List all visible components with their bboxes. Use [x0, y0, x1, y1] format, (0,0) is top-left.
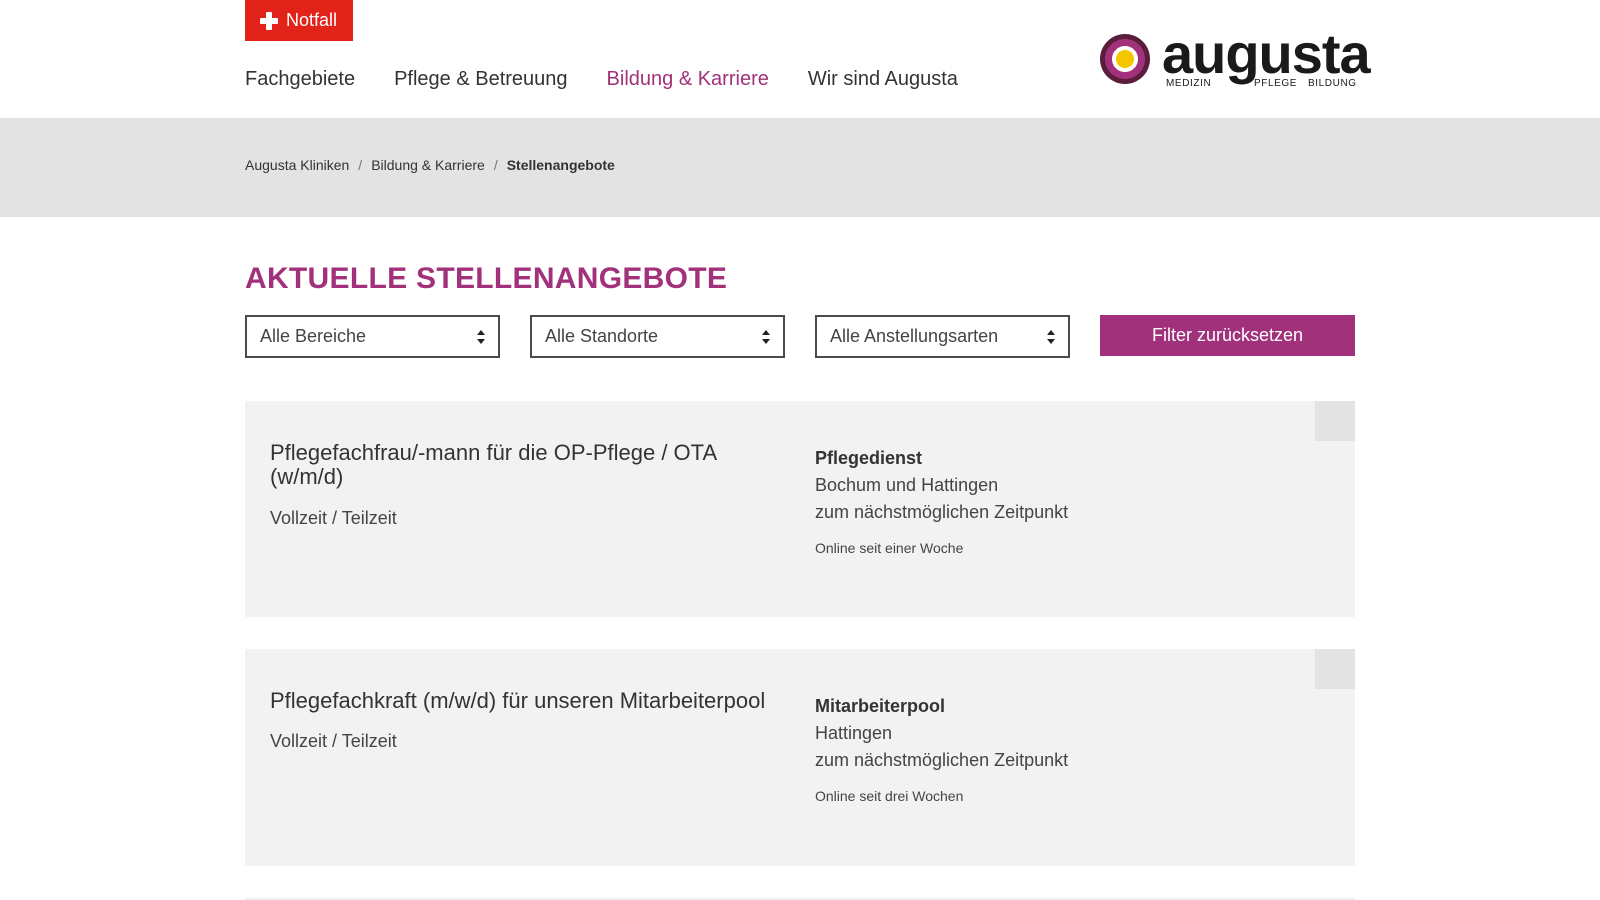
job-employment-type: Vollzeit / Teilzeit [270, 508, 397, 528]
nav-item-wir-sind-augusta[interactable]: Wir sind Augusta [808, 66, 958, 92]
job-card-corner [1315, 401, 1355, 441]
job-info: Mitarbeiterpool Hattingen zum nächstmögl… [815, 693, 1068, 804]
emergency-button[interactable]: Notfall [245, 0, 353, 41]
logo-wordmark: augusta [1162, 22, 1371, 85]
breadcrumb-item-bildung-karriere[interactable]: Bildung & Karriere [371, 157, 485, 173]
job-location: Bochum und Hattingen [815, 475, 999, 495]
nav-item-fachgebiete[interactable]: Fachgebiete [245, 66, 355, 92]
breadcrumb-item-augusta-kliniken[interactable]: Augusta Kliniken [245, 157, 349, 173]
sort-arrows-icon [1047, 330, 1055, 344]
job-title[interactable]: Pflegefachkraft (m/w/d) für unseren Mita… [270, 689, 790, 713]
cross-icon [260, 11, 278, 30]
job-department: Pflegedienst [815, 448, 923, 468]
job-employment-type: Vollzeit / Teilzeit [270, 731, 397, 751]
area-filter-value: Alle Bereiche [260, 326, 367, 346]
sort-arrows-icon [762, 330, 770, 344]
main-navigation: Fachgebiete Pflege & Betreuung Bildung &… [245, 66, 997, 92]
logo-sub-bildung: BILDUNG [1308, 78, 1357, 89]
augusta-logo[interactable]: augusta MEDIZIN PFLEGE BILDUNG [1098, 24, 1371, 92]
employment-filter-select[interactable]: Alle Anstellungsarten [815, 315, 1070, 358]
breadcrumb-band: Augusta Kliniken / Bildung & Karriere / … [0, 118, 1600, 217]
location-filter-select[interactable]: Alle Standorte [530, 315, 785, 358]
breadcrumb: Augusta Kliniken / Bildung & Karriere / … [245, 157, 615, 173]
reset-filter-button[interactable]: Filter zurücksetzen [1100, 315, 1355, 356]
logo-ring-icon [1100, 34, 1150, 84]
site-header: Notfall Fachgebiete Pflege & Betreuung B… [0, 0, 1600, 118]
job-title[interactable]: Pflegefachfrau/-mann für die OP-Pflege /… [270, 441, 790, 489]
job-online-since: Online seit einer Woche [815, 540, 964, 556]
area-filter-select[interactable]: Alle Bereiche [245, 315, 500, 358]
job-card[interactable]: Pflegefachkraft (m/w/d) für unseren Mita… [245, 649, 1355, 866]
sort-arrows-icon [477, 330, 485, 344]
job-card-corner [1315, 649, 1355, 689]
emergency-label: Notfall [286, 10, 338, 30]
nav-item-bildung-karriere[interactable]: Bildung & Karriere [607, 66, 769, 92]
logo-sub-pflege: PFLEGE [1254, 78, 1298, 89]
job-location: Hattingen [815, 723, 893, 743]
employment-filter-value: Alle Anstellungsarten [830, 326, 999, 346]
breadcrumb-separator: / [358, 157, 363, 173]
job-card[interactable]: Pflegefachfrau/-mann für die OP-Pflege /… [245, 401, 1355, 617]
location-filter-value: Alle Standorte [545, 326, 659, 346]
job-department: Mitarbeiterpool [815, 696, 946, 716]
job-start: zum nächstmöglichen Zeitpunkt [815, 750, 1069, 770]
job-info: Pflegedienst Bochum und Hattingen zum nä… [815, 445, 1068, 556]
breadcrumb-separator: / [493, 157, 498, 173]
breadcrumb-item-current: Stellenangebote [506, 157, 615, 173]
page-title: AKTUELLE STELLENANGEBOTE [245, 262, 728, 295]
job-online-since: Online seit drei Wochen [815, 788, 964, 804]
job-start: zum nächstmöglichen Zeitpunkt [815, 502, 1069, 522]
logo-sub-medizin: MEDIZIN [1166, 78, 1212, 89]
nav-item-pflege-betreuung[interactable]: Pflege & Betreuung [394, 66, 567, 92]
